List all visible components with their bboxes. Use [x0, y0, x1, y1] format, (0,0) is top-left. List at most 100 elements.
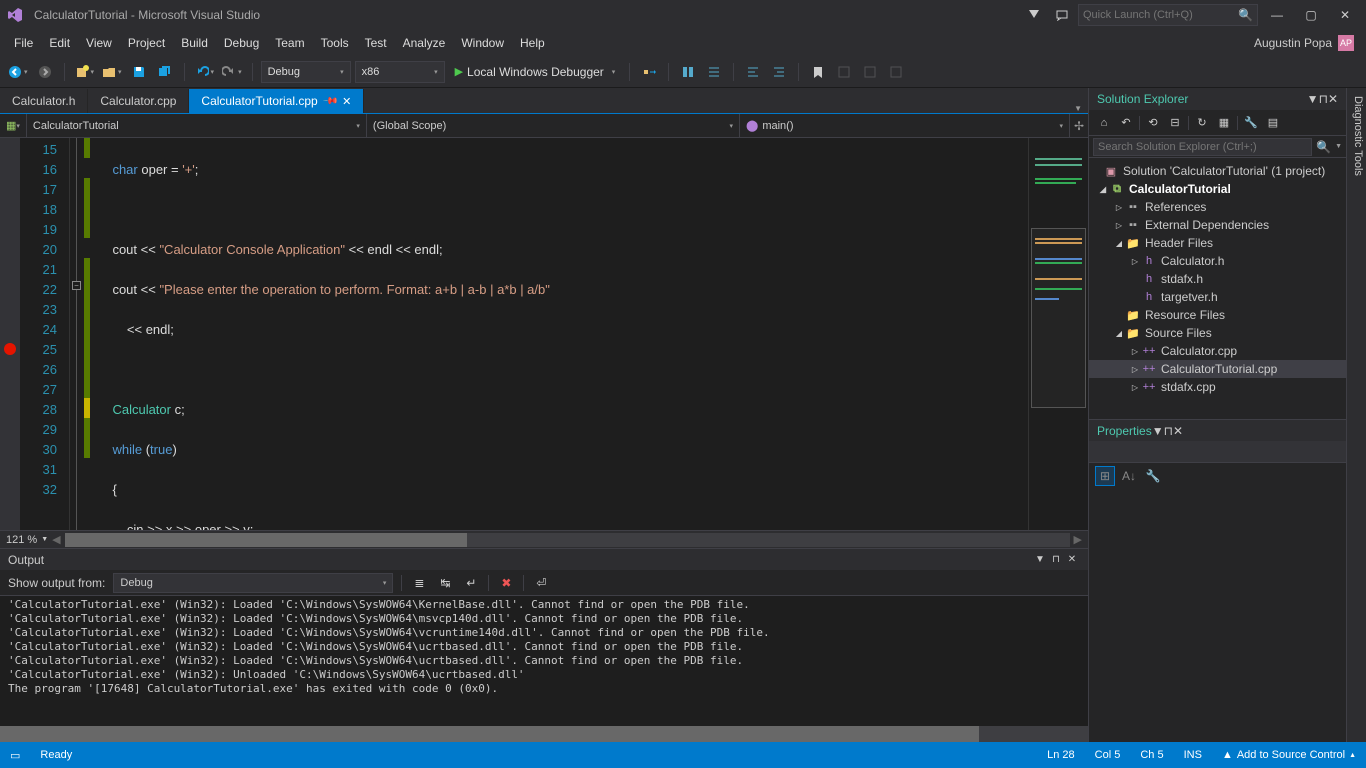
se-refresh-icon[interactable]: ↻	[1193, 114, 1211, 132]
menu-debug[interactable]: Debug	[216, 32, 267, 54]
menu-window[interactable]: Window	[453, 32, 512, 54]
output-icon-2[interactable]: ↹	[436, 574, 454, 592]
nav-type-icon[interactable]: ▦	[0, 114, 27, 137]
save-all-button[interactable]	[154, 61, 176, 83]
se-search-dropdown-icon[interactable]: ▼	[1335, 143, 1342, 150]
quick-launch[interactable]: 🔍	[1078, 4, 1258, 26]
se-sync-icon[interactable]: ⟲	[1144, 114, 1162, 132]
se-collapse-icon[interactable]: ⊟	[1166, 114, 1184, 132]
tab-calculator-cpp[interactable]: Calculator.cpp	[88, 89, 189, 113]
output-wrap-icon[interactable]: ⏎	[532, 574, 550, 592]
open-file-button[interactable]	[100, 61, 124, 83]
minimap[interactable]	[1028, 138, 1088, 530]
menu-edit[interactable]: Edit	[41, 32, 78, 54]
properties-combo[interactable]	[1089, 441, 1346, 463]
prop-pages-icon[interactable]: 🔧	[1143, 466, 1163, 486]
tree-source-files[interactable]: ◢📁Source Files	[1089, 324, 1346, 342]
code-editor[interactable]: 151617181920212223242526272829303132 − c…	[0, 138, 1088, 530]
menu-help[interactable]: Help	[512, 32, 553, 54]
tb-icon-1[interactable]	[677, 61, 699, 83]
tree-solution[interactable]: ▣Solution 'CalculatorTutorial' (1 projec…	[1089, 162, 1346, 180]
nav-scope[interactable]: (Global Scope)	[367, 114, 740, 137]
menu-tools[interactable]: Tools	[313, 32, 357, 54]
tree-external-deps[interactable]: ▷▪▪External Dependencies	[1089, 216, 1346, 234]
tree-calculator-h[interactable]: ▷hCalculator.h	[1089, 252, 1346, 270]
output-body[interactable]: 'CalculatorTutorial.exe' (Win32): Loaded…	[0, 596, 1088, 726]
minimize-button[interactable]: —	[1262, 3, 1292, 27]
split-icon[interactable]: ✢	[1070, 114, 1088, 137]
menu-project[interactable]: Project	[120, 32, 173, 54]
tree-references[interactable]: ▷▪▪References	[1089, 198, 1346, 216]
tree-calculator-cpp[interactable]: ▷++Calculator.cpp	[1089, 342, 1346, 360]
prop-alpha-icon[interactable]: A↓	[1119, 466, 1139, 486]
props-close-icon[interactable]: ✕	[1173, 424, 1183, 438]
se-search-input[interactable]	[1093, 138, 1312, 156]
output-icon-1[interactable]: ≣	[410, 574, 428, 592]
se-properties-icon[interactable]: 🔧	[1242, 114, 1260, 132]
diagnostic-tools-tab[interactable]: Diagnostic Tools	[1346, 88, 1366, 742]
notifications-icon[interactable]	[1022, 3, 1046, 27]
menu-view[interactable]: View	[78, 32, 120, 54]
se-home-icon[interactable]: ⌂	[1095, 114, 1113, 132]
se-back-icon[interactable]: ↶	[1117, 114, 1135, 132]
nav-fwd-button[interactable]	[34, 61, 56, 83]
step-button[interactable]	[638, 61, 660, 83]
zoom-dropdown-icon[interactable]: ▼	[41, 536, 48, 543]
prop-categorized-icon[interactable]: ⊞	[1095, 466, 1115, 486]
undo-button[interactable]	[193, 61, 217, 83]
tree-targetver-h[interactable]: htargetver.h	[1089, 288, 1346, 306]
nav-back-button[interactable]	[6, 61, 30, 83]
feedback-icon[interactable]	[1050, 3, 1074, 27]
tb-icon-3[interactable]	[833, 61, 855, 83]
new-project-button[interactable]	[73, 61, 97, 83]
menu-analyze[interactable]: Analyze	[395, 32, 454, 54]
tab-calculatortutorial-cpp[interactable]: CalculatorTutorial.cpp📌✕	[189, 89, 364, 113]
nav-project[interactable]: CalculatorTutorial	[27, 114, 367, 137]
tab-calculator-h[interactable]: Calculator.h	[0, 89, 88, 113]
start-debugging-button[interactable]: ▶Local Windows Debugger▾	[449, 61, 622, 83]
user-account[interactable]: Augustin Popa AP	[1254, 35, 1360, 51]
breakpoint-margin[interactable]	[0, 138, 20, 530]
props-pin-icon[interactable]: ⊓	[1164, 424, 1173, 438]
tab-dropdown-icon[interactable]: ▼	[1068, 104, 1088, 113]
menu-file[interactable]: File	[6, 32, 41, 54]
comment-button[interactable]	[742, 61, 764, 83]
tree-header-files[interactable]: ◢📁Header Files	[1089, 234, 1346, 252]
tree-project[interactable]: ◢⧉CalculatorTutorial	[1089, 180, 1346, 198]
props-dropdown-icon[interactable]: ▼	[1152, 424, 1164, 438]
output-h-scrollbar[interactable]	[0, 726, 1088, 742]
tree-stdafx-cpp[interactable]: ▷++stdafx.cpp	[1089, 378, 1346, 396]
fold-margin[interactable]: −	[70, 138, 84, 530]
output-icon-3[interactable]: ↵	[462, 574, 480, 592]
tb-icon-5[interactable]	[885, 61, 907, 83]
se-close-icon[interactable]: ✕	[1328, 92, 1338, 106]
menu-build[interactable]: Build	[173, 32, 216, 54]
maximize-button[interactable]: ▢	[1296, 3, 1326, 27]
status-source-control[interactable]: ▲Add to Source Control▲	[1222, 749, 1356, 761]
code-area[interactable]: char oper = '+'; cout << "Calculator Con…	[90, 138, 1028, 530]
output-pin-icon[interactable]: ⊓	[1048, 554, 1064, 565]
tree-resource-files[interactable]: 📁Resource Files	[1089, 306, 1346, 324]
menu-test[interactable]: Test	[357, 32, 395, 54]
output-dropdown-icon[interactable]: ▼	[1032, 554, 1048, 565]
se-search[interactable]: 🔍 ▼	[1089, 136, 1346, 158]
fold-toggle[interactable]: −	[72, 281, 81, 290]
quick-launch-input[interactable]	[1083, 9, 1238, 21]
uncomment-button[interactable]	[768, 61, 790, 83]
tree-calculatortutorial-cpp[interactable]: ▷++CalculatorTutorial.cpp	[1089, 360, 1346, 378]
h-scrollbar[interactable]	[65, 533, 1070, 547]
tb-icon-4[interactable]	[859, 61, 881, 83]
bookmark-button[interactable]	[807, 61, 829, 83]
nav-member[interactable]: ⬤main()	[740, 114, 1070, 137]
menu-team[interactable]: Team	[267, 32, 312, 54]
output-close-icon[interactable]: ✕	[1064, 554, 1080, 565]
platform-dropdown[interactable]: x86	[355, 61, 445, 83]
tree-stdafx-h[interactable]: hstdafx.h	[1089, 270, 1346, 288]
se-pin-icon[interactable]: ⊓	[1319, 92, 1328, 106]
tb-icon-2[interactable]	[703, 61, 725, 83]
save-button[interactable]	[128, 61, 150, 83]
se-showfiles-icon[interactable]: ▦	[1215, 114, 1233, 132]
output-clear-icon[interactable]: ✖	[497, 574, 515, 592]
se-preview-icon[interactable]: ▤	[1264, 114, 1282, 132]
redo-button[interactable]	[220, 61, 244, 83]
